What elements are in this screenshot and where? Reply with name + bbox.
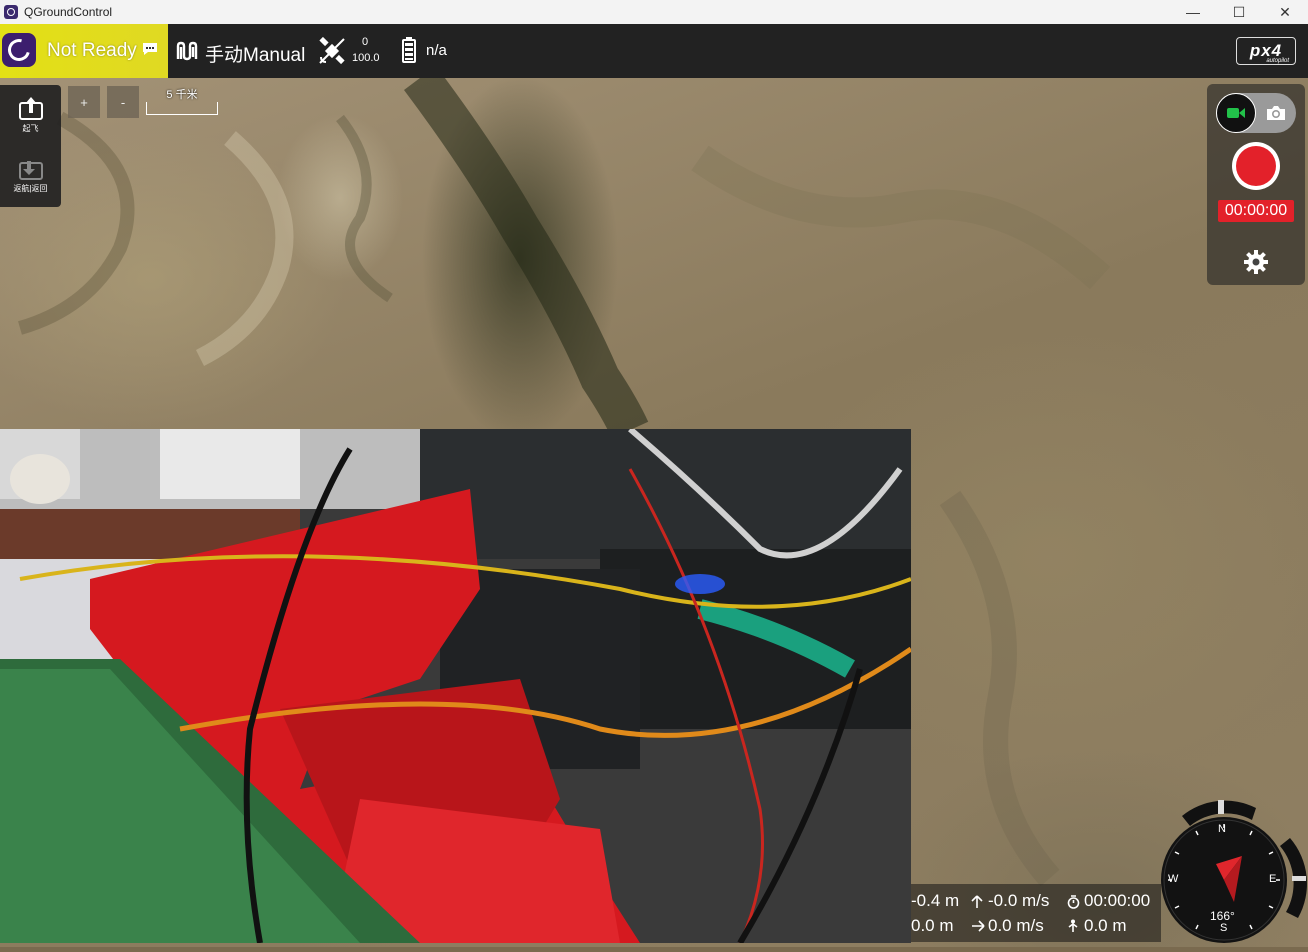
return-button[interactable]: 返航|返回 (0, 147, 61, 203)
compass-east-label: E (1269, 873, 1277, 885)
zoom-out-button[interactable]: - (107, 86, 139, 118)
flight-mode-label[interactable]: 手动Manual (205, 40, 305, 67)
window-title-bar: QGroundControl — ☐ ✕ (0, 0, 1308, 24)
compass-heading-value: 166° (1210, 909, 1235, 923)
map-scale-label: 5 千米 (166, 89, 198, 101)
px4-logo-subtext: autopilot (1266, 58, 1289, 64)
message-icon[interactable] (142, 42, 158, 56)
main-toolbar: Not Ready 手动Manual 0 100.0 n/a px4 autop… (0, 24, 1308, 78)
gps-satellite-count: 0 (362, 36, 369, 48)
battery-status-label: n/a (426, 42, 447, 59)
telemetry-horizontal-speed: 0.0 m/s (988, 916, 1044, 935)
video-feed-image (0, 429, 911, 943)
map-scale: 5 千米 (146, 86, 218, 116)
camera-control-panel: 00:00:00 (1207, 84, 1305, 285)
battery-icon[interactable] (402, 37, 416, 63)
satellite-icon[interactable] (318, 37, 346, 65)
vertical-speed-arrow-icon (971, 895, 983, 908)
qgc-logo-button[interactable] (2, 33, 36, 67)
app-icon (4, 5, 18, 19)
compass-svg (1161, 800, 1307, 943)
compass-north-label: N (1218, 823, 1226, 835)
window-controls: — ☐ ✕ (1170, 0, 1308, 24)
minimize-icon[interactable]: — (1170, 0, 1216, 24)
return-label: 返航|返回 (13, 184, 48, 193)
window-title: QGroundControl (24, 5, 113, 19)
telemetry-distance: 0.0 m (911, 916, 954, 935)
camera-mode-toggle[interactable] (1216, 93, 1296, 133)
flight-mode-icon[interactable] (176, 41, 200, 61)
left-tool-strip: 起飞 返航|返回 (0, 85, 61, 207)
takeoff-button[interactable]: 起飞 (0, 87, 61, 143)
video-mode-button[interactable] (1216, 93, 1256, 133)
compass-south-label: S (1220, 922, 1228, 934)
zoom-in-button[interactable]: + (68, 86, 100, 118)
horizontal-speed-arrow-icon (972, 920, 985, 932)
telemetry-home-distance: 0.0 m (1084, 916, 1127, 935)
record-icon (1236, 146, 1276, 186)
photo-camera-icon (1267, 106, 1285, 120)
camera-settings-gear-icon[interactable] (1243, 249, 1269, 275)
recording-timer: 00:00:00 (1218, 200, 1294, 222)
map-scale-bar (146, 102, 218, 115)
compass-widget: N S E W 166° (1160, 798, 1308, 947)
flight-time-icon (1067, 895, 1080, 909)
maximize-icon[interactable]: ☐ (1216, 0, 1262, 24)
takeoff-label: 起飞 (22, 124, 39, 133)
gps-hdop-value: 100.0 (352, 52, 380, 64)
video-feed[interactable] (0, 429, 911, 943)
return-icon (18, 161, 43, 180)
close-icon[interactable]: ✕ (1262, 0, 1308, 24)
photo-mode-button[interactable] (1264, 101, 1288, 125)
home-distance-icon (1068, 919, 1078, 932)
takeoff-icon (18, 97, 43, 120)
telemetry-flight-time: 00:00:00 (1084, 891, 1151, 910)
video-camera-icon (1227, 108, 1245, 118)
px4-autopilot-logo: px4 autopilot (1236, 37, 1296, 65)
compass-west-label: W (1168, 873, 1179, 885)
telemetry-panel: -0.4 m -0.0 m/s 00:00:00 0.0 m 0.0 m/s 0… (911, 884, 1161, 942)
telemetry-vertical-speed: -0.0 m/s (988, 891, 1050, 910)
telemetry-altitude: -0.4 m (911, 891, 960, 910)
ready-status-label[interactable]: Not Ready (47, 40, 137, 62)
record-button[interactable] (1232, 142, 1280, 190)
qgc-logo-icon (3, 34, 35, 66)
